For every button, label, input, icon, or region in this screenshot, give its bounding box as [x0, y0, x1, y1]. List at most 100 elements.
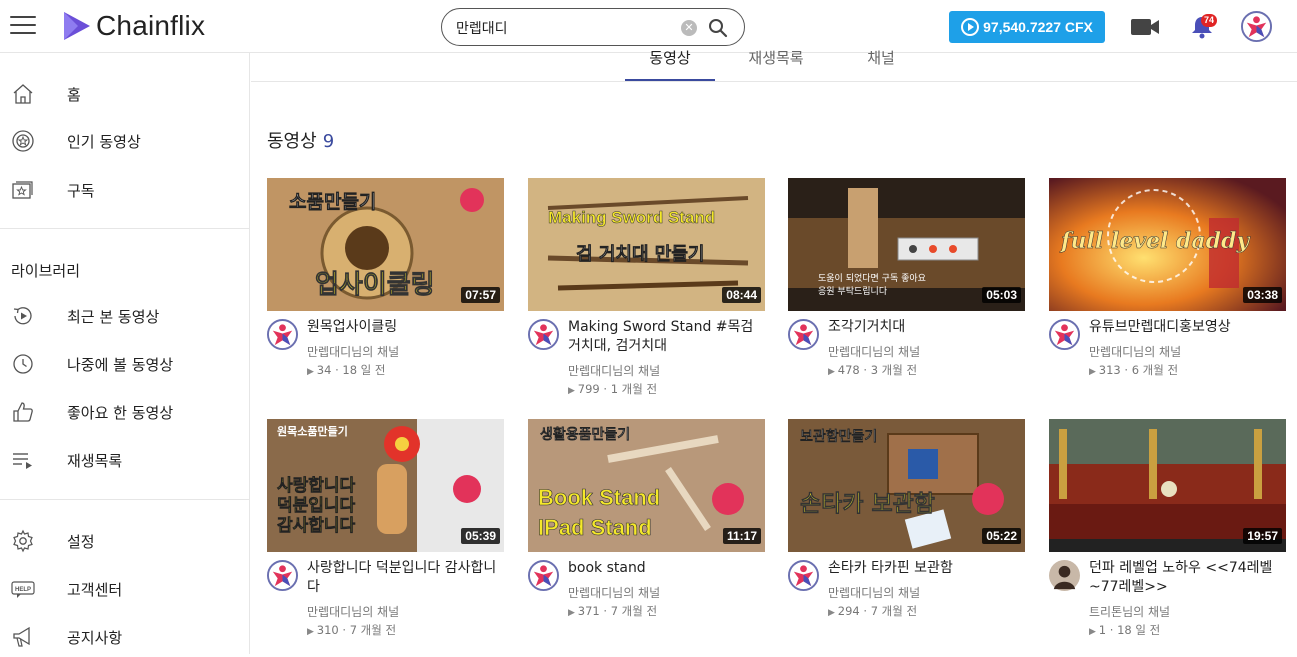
- sidebar-item-label: 좋아요 한 동영상: [67, 403, 174, 422]
- sidebar-item-watch-later[interactable]: 나중에 볼 동영상: [0, 344, 249, 384]
- clear-search-icon[interactable]: ✕: [681, 20, 697, 36]
- history-icon: [13, 307, 32, 325]
- sidebar-item-subscriptions[interactable]: 구독: [0, 170, 249, 210]
- channel-avatar[interactable]: [1049, 319, 1080, 350]
- sidebar-item-label: 설정: [67, 532, 95, 551]
- video-card[interactable]: Making Sword Stand 검 거치대 만들기 08:44 Makin…: [528, 178, 765, 396]
- upload-video-icon[interactable]: [1130, 16, 1160, 38]
- channel-avatar[interactable]: [528, 560, 559, 591]
- home-icon: [13, 84, 33, 104]
- video-duration: 05:03: [982, 287, 1021, 303]
- help-icon: HELP: [11, 581, 35, 598]
- thumb-text: 도움이 되었다면 구독 좋아요: [818, 272, 926, 284]
- video-title[interactable]: book stand: [568, 559, 765, 578]
- tab-channels[interactable]: 채널: [841, 47, 921, 81]
- channel-name[interactable]: 만렙대디님의 채널: [828, 343, 920, 360]
- video-card[interactable]: 보관함만들기 손타카 보관함 05:22 손타카 타카핀 보관함 만렙대디님의 …: [788, 419, 1025, 618]
- chainflix-logo[interactable]: Chainflix: [62, 10, 205, 42]
- library-heading: 라이브러리: [11, 262, 81, 280]
- channel-name[interactable]: 만렙대디님의 채널: [568, 362, 660, 379]
- sidebar-item-playlist[interactable]: 재생목록: [0, 440, 249, 480]
- video-title[interactable]: Making Sword Stand #목검거치대, 검거치대: [568, 318, 765, 356]
- video-card[interactable]: 19:57 던파 레벨업 노하우 <<74레벨~77레벨>> 트리톤님의 채널 …: [1049, 419, 1286, 637]
- video-title[interactable]: 원목업사이클링: [307, 318, 504, 337]
- video-duration: 03:38: [1243, 287, 1282, 303]
- thumb-text-line: 감사합니다: [277, 515, 356, 536]
- channel-avatar[interactable]: [267, 319, 298, 350]
- channel-name[interactable]: 트리톤님의 채널: [1089, 603, 1170, 620]
- sidebar-item-history[interactable]: 최근 본 동영상: [0, 296, 249, 336]
- svg-text:사랑합니다 덕분입니다 감사: 사랑합니다 덕분입니다 감사합니다: [277, 475, 361, 536]
- search-box[interactable]: ✕: [441, 8, 745, 46]
- video-duration: 05:39: [461, 528, 500, 544]
- video-duration: 11:17: [722, 528, 761, 544]
- watch-later-icon: [13, 354, 33, 374]
- tab-videos[interactable]: 동영상: [625, 47, 715, 81]
- channel-avatar[interactable]: [528, 319, 559, 350]
- video-thumbnail[interactable]: 도움이 되었다면 구독 좋아요 응원 부탁드립니다 05:03: [788, 178, 1025, 311]
- channel-avatar[interactable]: [1049, 560, 1080, 591]
- sidebar-item-home[interactable]: 홈: [0, 74, 249, 114]
- sidebar-item-label: 공지사항: [67, 628, 123, 647]
- sidebar-item-label: 나중에 볼 동영상: [67, 355, 174, 374]
- video-thumbnail[interactable]: 생활용품만들기 Book Stand IPad Stand 11:17: [528, 419, 765, 552]
- video-title[interactable]: 조각기거치대: [828, 318, 1025, 337]
- video-thumbnail[interactable]: 보관함만들기 손타카 보관함 05:22: [788, 419, 1025, 552]
- sidebar-item-label: 최근 본 동영상: [67, 307, 160, 326]
- video-meta: 478 · 3 개월 전: [828, 362, 917, 378]
- tab-playlists[interactable]: 재생목록: [731, 47, 821, 81]
- logo-text: Chainflix: [96, 10, 206, 41]
- video-card[interactable]: 도움이 되었다면 구독 좋아요 응원 부탁드립니다 05:03 조각기거치대 만…: [788, 178, 1025, 377]
- sidebar-divider: [0, 228, 249, 229]
- megaphone-icon: [13, 626, 30, 647]
- thumb-text: 원목소품만들기: [277, 424, 348, 438]
- hamburger-menu-icon[interactable]: [10, 16, 36, 36]
- channel-avatar[interactable]: [267, 560, 298, 591]
- user-avatar[interactable]: [1241, 11, 1272, 42]
- channel-name[interactable]: 만렙대디님의 채널: [1089, 343, 1181, 360]
- sidebar-item-help[interactable]: HELP 고객센터: [0, 569, 249, 609]
- video-thumbnail[interactable]: Making Sword Stand 검 거치대 만들기 08:44: [528, 178, 765, 311]
- video-title[interactable]: 손타카 타카핀 보관함: [828, 559, 1025, 578]
- video-meta: 1 · 18 일 전: [1089, 622, 1160, 638]
- section-title-text: 동영상: [267, 131, 317, 152]
- video-thumbnail[interactable]: full level daddy 03:38: [1049, 178, 1286, 311]
- channel-name[interactable]: 만렙대디님의 채널: [568, 584, 660, 601]
- video-card[interactable]: full level daddy 03:38 유튜브만렙대디홍보영상 만렙대디님…: [1049, 178, 1286, 377]
- video-card[interactable]: 생활용품만들기 Book Stand IPad Stand 11:17 book…: [528, 419, 765, 618]
- thumb-text: 보관함만들기: [800, 428, 877, 445]
- channel-name[interactable]: 만렙대디님의 채널: [307, 603, 399, 620]
- channel-name[interactable]: 만렙대디님의 채널: [307, 343, 399, 360]
- sidebar-item-notices[interactable]: 공지사항: [0, 617, 249, 657]
- search-input[interactable]: [456, 17, 676, 39]
- video-card[interactable]: 소품만들기 업사이클링 07:57 원목업사이클링 만렙대디님의 채널 34 ·…: [267, 178, 504, 377]
- video-meta: 313 · 6 개월 전: [1089, 362, 1178, 378]
- sidebar-item-label: 구독: [67, 181, 95, 200]
- trending-icon: [12, 130, 34, 152]
- channel-name[interactable]: 만렙대디님의 채널: [828, 584, 920, 601]
- sidebar-item-label: 고객센터: [67, 580, 123, 599]
- sidebar-item-settings[interactable]: 설정: [0, 521, 249, 561]
- thumb-text: 손타카 보관함: [800, 491, 935, 517]
- video-title[interactable]: 유튜브만렙대디홍보영상: [1089, 318, 1286, 337]
- video-title[interactable]: 사랑합니다 덕분입니다 감사합니다: [307, 559, 504, 597]
- wallet-balance-button[interactable]: 97,540.7227 CFX: [949, 11, 1105, 43]
- sidebar-item-label: 재생목록: [67, 451, 123, 470]
- search-icon[interactable]: [708, 18, 728, 38]
- sidebar-item-liked[interactable]: 좋아요 한 동영상: [0, 392, 249, 432]
- notification-count-badge: 74: [1201, 14, 1218, 27]
- video-thumbnail[interactable]: 원목소품만들기 사랑합니다 덕분입니다 감사합니다 05:39: [267, 419, 504, 552]
- channel-avatar[interactable]: [788, 560, 819, 591]
- video-thumbnail[interactable]: 소품만들기 업사이클링 07:57: [267, 178, 504, 311]
- thumb-text-line: 사랑합니다: [277, 475, 356, 496]
- video-thumbnail[interactable]: 19:57: [1049, 419, 1286, 552]
- sidebar-item-trending[interactable]: 인기 동영상: [0, 121, 249, 161]
- video-meta: 310 · 7 개월 전: [307, 622, 396, 638]
- video-title[interactable]: 던파 레벨업 노하우 <<74레벨~77레벨>>: [1089, 559, 1286, 597]
- thumb-text: 업사이클링: [315, 270, 435, 300]
- channel-avatar[interactable]: [788, 319, 819, 350]
- channel-tabs: 동영상 재생목록 채널: [251, 49, 1297, 82]
- video-duration: 07:57: [461, 287, 500, 303]
- video-duration: 19:57: [1243, 528, 1282, 544]
- video-card[interactable]: 원목소품만들기 사랑합니다 덕분입니다 감사합니다 05:39 사랑합니다 덕분…: [267, 419, 504, 637]
